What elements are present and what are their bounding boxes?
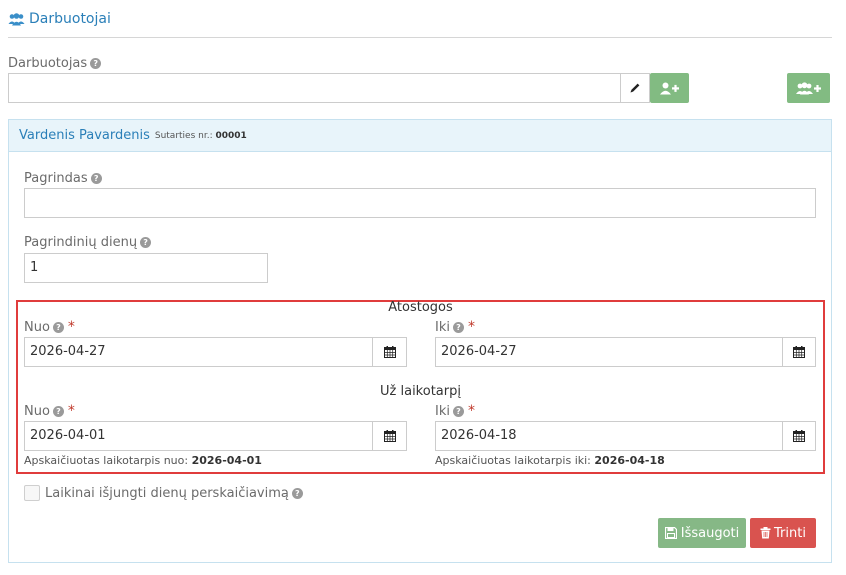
calculated-from-value: 2026-04-01 bbox=[191, 454, 262, 467]
recalc-checkbox-label[interactable]: Laikinai išjungti dienų perskaičiavimą? bbox=[45, 486, 303, 501]
help-icon: ? bbox=[90, 173, 102, 184]
calculated-to-value: 2026-04-18 bbox=[594, 454, 665, 467]
help-icon: ? bbox=[52, 322, 64, 333]
users-plus-icon bbox=[795, 81, 821, 94]
floppy-disk-icon bbox=[664, 527, 677, 539]
vacation-to-input[interactable]: 2026-04-27 bbox=[435, 337, 783, 367]
recalc-checkbox[interactable] bbox=[24, 485, 40, 501]
period-from-calendar-button[interactable] bbox=[373, 421, 407, 451]
base-days-label: Pagrindinių dienų? bbox=[24, 235, 152, 250]
calendar-icon bbox=[793, 346, 805, 358]
period-to-label: Iki? * bbox=[435, 403, 475, 419]
calendar-icon bbox=[793, 430, 805, 442]
pencil-icon bbox=[630, 83, 640, 93]
help-icon: ? bbox=[452, 322, 464, 333]
vacation-to-label: Iki? * bbox=[435, 319, 475, 335]
vacation-from-calendar-button[interactable] bbox=[373, 337, 407, 367]
vacation-from-input[interactable]: 2026-04-27 bbox=[24, 337, 373, 367]
page-header: Darbuotojai bbox=[8, 9, 111, 29]
contract-label: Sutarties nr.: bbox=[154, 130, 213, 141]
page-title: Darbuotojai bbox=[29, 11, 111, 27]
vacation-title: Atostogos bbox=[388, 300, 453, 315]
calendar-icon bbox=[383, 346, 396, 358]
add-employees-button[interactable] bbox=[787, 73, 830, 103]
help-icon: ? bbox=[140, 237, 152, 248]
calendar-icon bbox=[383, 430, 396, 442]
period-title: Už laikotarpį bbox=[380, 384, 461, 399]
header-divider bbox=[8, 37, 832, 38]
add-employee-button[interactable] bbox=[650, 73, 689, 103]
save-button[interactable]: Išsaugoti bbox=[658, 518, 746, 548]
contract-number: 00001 bbox=[215, 130, 247, 141]
delete-button[interactable]: Trinti bbox=[750, 518, 816, 548]
basis-label: Pagrindas? bbox=[24, 171, 102, 186]
help-icon: ? bbox=[52, 406, 64, 417]
basis-input[interactable] bbox=[24, 188, 816, 218]
edit-employee-button[interactable] bbox=[620, 73, 650, 103]
period-from-input[interactable]: 2026-04-01 bbox=[24, 421, 373, 451]
period-from-label: Nuo? * bbox=[24, 403, 75, 419]
period-to-calendar-button[interactable] bbox=[783, 421, 816, 451]
base-days-input[interactable]: 1 bbox=[24, 253, 268, 283]
employee-input[interactable] bbox=[8, 73, 621, 103]
vacation-from-label: Nuo? * bbox=[24, 319, 75, 335]
help-icon: ? bbox=[291, 488, 303, 499]
user-plus-icon bbox=[659, 82, 679, 94]
help-icon: ? bbox=[90, 58, 102, 69]
vacation-to-calendar-button[interactable] bbox=[783, 337, 816, 367]
employee-label: Darbuotojas? bbox=[8, 56, 102, 71]
users-icon bbox=[8, 12, 25, 25]
help-icon: ? bbox=[452, 406, 464, 417]
employee-name[interactable]: Vardenis Pavardenis bbox=[19, 128, 150, 143]
calculated-to-text: Apskaičiuotas laikotarpis iki: 2026-04-1… bbox=[435, 454, 665, 467]
calculated-from-text: Apskaičiuotas laikotarpis nuo: 2026-04-0… bbox=[24, 454, 262, 467]
panel-header: Vardenis Pavardenis Sutarties nr.: 00001 bbox=[9, 120, 831, 152]
period-to-input[interactable]: 2026-04-18 bbox=[435, 421, 783, 451]
trash-icon bbox=[760, 527, 771, 539]
